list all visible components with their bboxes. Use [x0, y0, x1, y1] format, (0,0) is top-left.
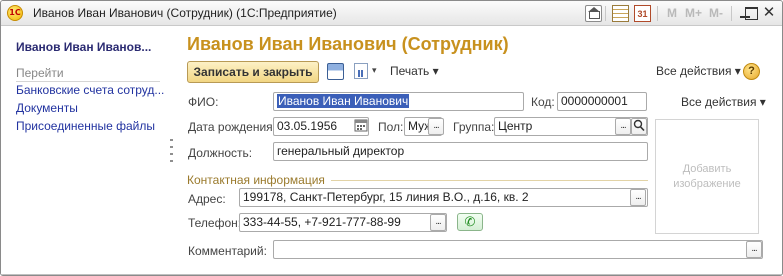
print-menu-button[interactable]: Печать ▾ — [390, 64, 439, 78]
calendar-icon[interactable]: 31 — [634, 5, 651, 22]
section-divider — [331, 180, 648, 181]
address-input[interactable]: 199178, Санкт-Петербург, 15 линия В.О., … — [239, 188, 648, 207]
code-input[interactable]: 0000000001 — [557, 92, 647, 111]
comment-edit-button[interactable]: ... — [746, 241, 762, 258]
memory-minus-button[interactable]: M- — [709, 6, 723, 20]
app-logo-icon[interactable]: 1С — [7, 5, 23, 21]
home-icon[interactable] — [585, 5, 602, 22]
report-icon[interactable] — [354, 63, 368, 79]
fio-label: ФИО: — [188, 95, 219, 109]
report-dropdown-arrow[interactable]: ▾ — [372, 65, 377, 76]
phone-label: Телефон: — [188, 216, 242, 230]
address-edit-button[interactable]: ... — [630, 189, 646, 206]
comment-input[interactable] — [273, 240, 763, 259]
position-input[interactable]: генеральный директор — [273, 142, 648, 161]
app-window: 1С Иванов Иван Иванович (Сотрудник) (1С:… — [0, 0, 783, 276]
window-bottom-border — [1, 274, 782, 275]
birth-date-label: Дата рождения: — [188, 120, 276, 134]
image-all-actions-button[interactable]: Все действия ▾ — [681, 95, 766, 109]
title-bar: 1С Иванов Иван Иванович (Сотрудник) (1С:… — [1, 1, 782, 26]
fio-input[interactable]: Иванов Иван Иванович — [273, 92, 524, 111]
gender-label: Пол: — [378, 120, 404, 134]
page-title: Иванов Иван Иванович (Сотрудник) — [187, 34, 509, 54]
maximize-icon[interactable] — [742, 4, 760, 22]
panel-splitter-handle[interactable] — [170, 139, 173, 163]
memory-button[interactable]: M — [667, 6, 677, 20]
group-label: Группа: — [453, 120, 495, 134]
help-icon[interactable]: ? — [743, 63, 760, 80]
fio-value: Иванов Иван Иванович — [277, 94, 410, 108]
group-select-button[interactable]: ... — [615, 118, 631, 135]
comment-label: Комментарий: — [188, 244, 267, 258]
all-actions-menu-button[interactable]: Все действия ▾ — [656, 64, 741, 78]
calendar-picker-icon[interactable] — [353, 118, 369, 135]
code-label: Код: — [531, 95, 555, 109]
nav-link-documents[interactable]: Документы — [16, 101, 78, 115]
phone-edit-button[interactable]: ... — [430, 214, 446, 231]
calculator-icon[interactable] — [612, 5, 629, 22]
toolbar-separator — [657, 6, 658, 21]
nav-link-attached-files[interactable]: Присоединенные файлы — [16, 119, 155, 133]
save-icon[interactable] — [327, 63, 344, 80]
navigation-panel: Иванов Иван Иванов... Перейти Банковские… — [1, 27, 166, 275]
nav-panel-title: Иванов Иван Иванов... — [16, 40, 152, 54]
nav-link-bank-accounts[interactable]: Банковские счета сотруд... — [16, 83, 164, 97]
close-icon[interactable]: ✕ — [760, 4, 778, 22]
memory-plus-button[interactable]: M+ — [685, 6, 702, 20]
gender-select-button[interactable]: ... — [428, 118, 444, 135]
group-search-icon[interactable] — [631, 118, 647, 135]
position-label: Должность: — [188, 146, 253, 160]
add-image-text: Добавить изображение — [673, 163, 741, 190]
window-title: Иванов Иван Иванович (Сотрудник) (1С:Пре… — [33, 6, 337, 20]
phone-input[interactable]: 333-44-55, +7-921-777-88-99 — [239, 213, 447, 232]
toolbar-separator — [731, 6, 732, 21]
save-and-close-button[interactable]: Записать и закрыть — [187, 61, 319, 83]
image-placeholder[interactable]: Добавить изображение — [655, 119, 759, 234]
toolbar-separator — [605, 6, 606, 21]
phone-call-icon[interactable]: ✆ — [457, 213, 483, 231]
nav-header: Перейти — [16, 66, 160, 82]
address-label: Адрес: — [188, 192, 226, 206]
contact-section-title: Контактная информация — [187, 173, 325, 187]
